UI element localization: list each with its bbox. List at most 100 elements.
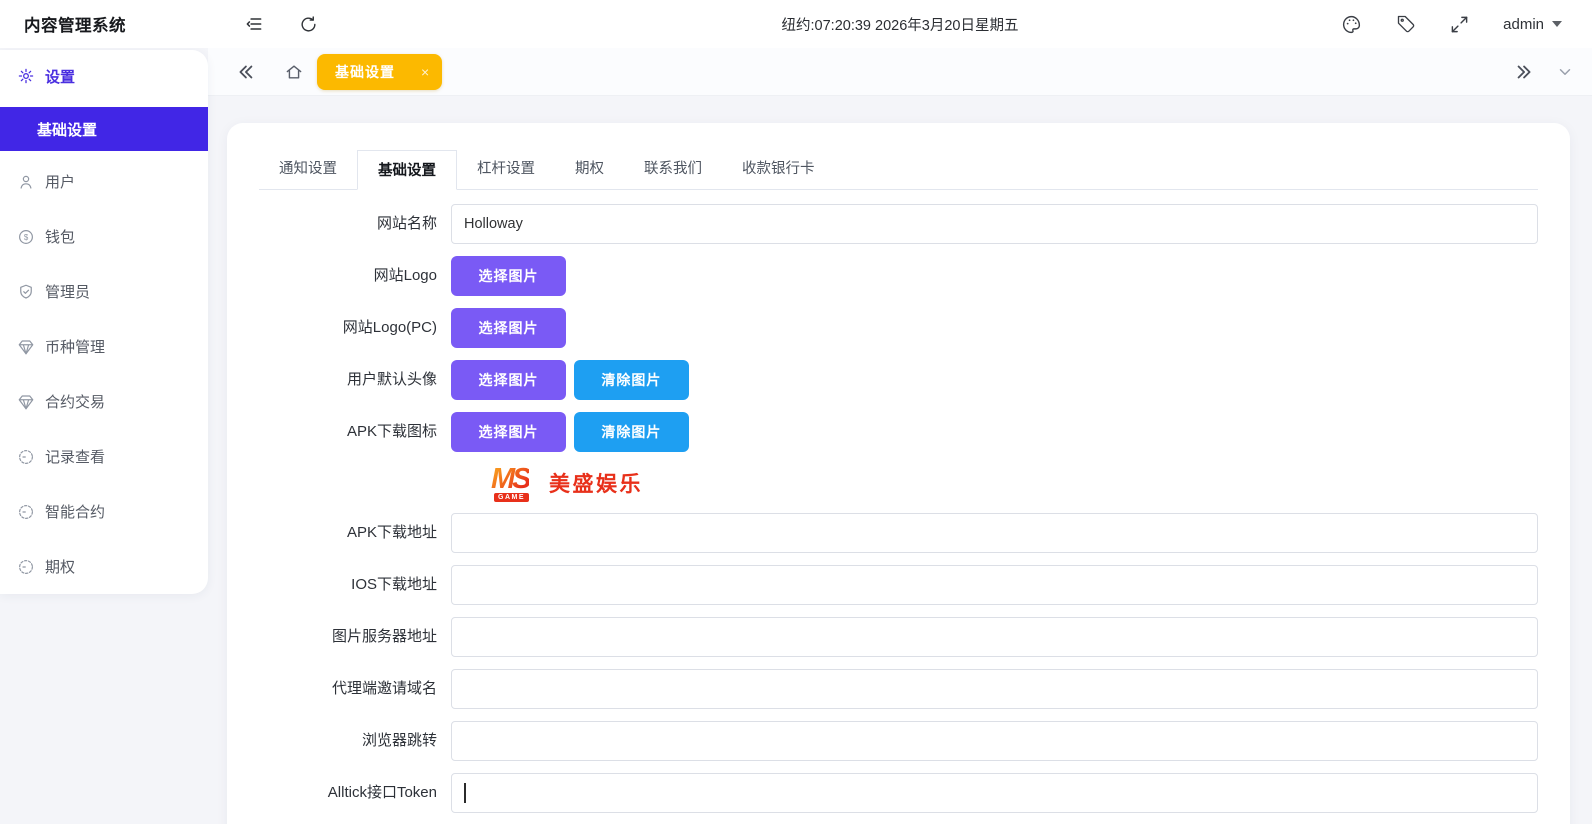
gem-icon (17, 393, 35, 411)
apk-icon-label: APK下载图标 (259, 412, 451, 452)
main-area: 通知设置 基础设置 杠杆设置 期权 联系我们 收款银行卡 网站名称 网站Logo… (208, 96, 1592, 824)
sidebar-item-label: 设置 (45, 66, 75, 87)
site-name-input[interactable] (451, 204, 1538, 244)
sidebar-item-label: 记录查看 (45, 446, 105, 467)
form-row: IOS下载地址 (259, 565, 1538, 605)
svg-text:$: $ (24, 233, 29, 242)
choose-image-button[interactable]: 选择图片 (451, 256, 566, 296)
default-avatar-label: 用户默认头像 (259, 360, 451, 400)
sidebar-item-label: 钱包 (45, 226, 75, 247)
choose-image-button[interactable]: 选择图片 (451, 412, 566, 452)
refresh-icon[interactable] (299, 15, 318, 34)
ios-url-label: IOS下载地址 (259, 565, 451, 605)
tab-options[interactable]: 期权 (555, 149, 624, 189)
sidebar-item-smart-contract[interactable]: 智能合约 (0, 484, 208, 539)
sidebar-item-records[interactable]: 记录查看 (0, 429, 208, 484)
sidebar-item-label: 合约交易 (45, 391, 105, 412)
site-name-label: 网站名称 (259, 204, 451, 244)
username: admin (1503, 16, 1544, 33)
ios-url-input[interactable] (451, 565, 1538, 605)
scroll-tags-right-icon[interactable] (1514, 61, 1536, 83)
tab-contact-us[interactable]: 联系我们 (624, 149, 722, 189)
form-row: APK下载地址 (259, 513, 1538, 553)
alltick-token-label: Alltick接口Token (259, 773, 451, 813)
top-navbar: 内容管理系统 纽约:07:20:39 2026年3月20日星期五 (0, 0, 1592, 48)
brand-name-text: 美盛娱乐 (549, 468, 643, 498)
clear-image-button[interactable]: 清除图片 (574, 360, 689, 400)
form-row: 代理端邀请域名 (259, 669, 1538, 709)
form-row: 图片服务器地址 (259, 617, 1538, 657)
basic-settings-form: 网站名称 网站Logo 选择图片 网站Logo(PC) 选择图片 用户默认头像 (259, 204, 1538, 813)
history-icon (17, 503, 35, 521)
fullscreen-icon[interactable] (1450, 15, 1469, 34)
app-logo-zone: 内容管理系统 (0, 12, 208, 36)
agent-invite-domain-label: 代理端邀请域名 (259, 669, 451, 709)
tab-notify-settings[interactable]: 通知设置 (259, 149, 357, 189)
sidebar-item-label: 币种管理 (45, 336, 105, 357)
shield-check-icon (17, 283, 35, 301)
tag-icon[interactable] (1396, 14, 1416, 34)
gear-icon (17, 67, 35, 85)
image-server-input[interactable] (451, 617, 1538, 657)
agent-invite-domain-input[interactable] (451, 669, 1538, 709)
form-row: 网站名称 (259, 204, 1538, 244)
tags-menu-chevron-down-icon[interactable] (1556, 63, 1574, 81)
history-icon (17, 558, 35, 576)
choose-image-button[interactable]: 选择图片 (451, 360, 566, 400)
sidebar: 设置 基础设置 用户 $ 钱包 管理员 (0, 50, 208, 594)
form-row: 浏览器跳转 (259, 721, 1538, 761)
app-title: 内容管理系统 (24, 17, 126, 35)
user-menu[interactable]: admin (1503, 16, 1562, 33)
home-icon[interactable] (284, 62, 304, 82)
game-logo-box: GAME (494, 493, 529, 502)
tag-label: 基础设置 (335, 62, 395, 82)
form-row: 网站Logo(PC) 选择图片 (259, 308, 1538, 348)
history-icon (17, 448, 35, 466)
gem-icon (17, 338, 35, 356)
clear-image-button[interactable]: 清除图片 (574, 412, 689, 452)
form-row: Alltick接口Token (259, 773, 1538, 813)
settings-tabs: 通知设置 基础设置 杠杆设置 期权 联系我们 收款银行卡 (259, 149, 1538, 190)
sidebar-item-currency[interactable]: 币种管理 (0, 319, 208, 374)
form-row: APK下载图标 选择图片 清除图片 (259, 412, 1538, 452)
browser-redirect-label: 浏览器跳转 (259, 721, 451, 761)
sidebar-item-label: 期权 (45, 556, 75, 577)
sidebar-item-basic-settings[interactable]: 基础设置 (0, 107, 208, 151)
sidebar-item-label: 智能合约 (45, 501, 105, 522)
sidebar-item-settings[interactable]: 设置 (0, 50, 208, 102)
tags-bar: 基础设置 × (208, 48, 1592, 96)
choose-image-button[interactable]: 选择图片 (451, 308, 566, 348)
sidebar-item-label: 用户 (45, 171, 75, 192)
open-tag-basic-settings[interactable]: 基础设置 × (317, 54, 442, 90)
image-server-label: 图片服务器地址 (259, 617, 451, 657)
palette-icon[interactable] (1341, 14, 1362, 35)
ms-logo-letters: MS (491, 463, 529, 495)
tab-bank-cards[interactable]: 收款银行卡 (722, 149, 835, 189)
sidebar-item-label: 管理员 (45, 281, 90, 302)
caret-down-icon (1552, 21, 1562, 27)
sidebar-item-contract-trade[interactable]: 合约交易 (0, 374, 208, 429)
sidebar-item-admins[interactable]: 管理员 (0, 264, 208, 319)
wallet-dollar-icon: $ (17, 228, 35, 246)
scroll-tags-left-icon[interactable] (234, 61, 256, 83)
apk-url-label: APK下载地址 (259, 513, 451, 553)
collapse-menu-icon[interactable] (244, 14, 264, 34)
sidebar-item-users[interactable]: 用户 (0, 154, 208, 209)
apk-icon-preview-image: MS GAME 美盛娱乐 (491, 464, 1538, 502)
site-logo-pc-label: 网站Logo(PC) (259, 308, 451, 348)
apk-url-input[interactable] (451, 513, 1538, 553)
sidebar-item-label: 基础设置 (37, 119, 97, 140)
close-icon[interactable]: × (421, 65, 429, 79)
form-row: MS GAME 美盛娱乐 (259, 464, 1538, 502)
alltick-token-input[interactable] (451, 773, 1538, 813)
user-icon (17, 173, 35, 191)
form-row: 用户默认头像 选择图片 清除图片 (259, 360, 1538, 400)
site-logo-label: 网站Logo (259, 256, 451, 296)
tab-basic-settings[interactable]: 基础设置 (357, 150, 457, 190)
ms-game-logo: MS GAME (491, 464, 537, 502)
sidebar-item-options[interactable]: 期权 (0, 539, 208, 594)
form-row: 网站Logo 选择图片 (259, 256, 1538, 296)
browser-redirect-input[interactable] (451, 721, 1538, 761)
sidebar-item-wallet[interactable]: $ 钱包 (0, 209, 208, 264)
tab-leverage-settings[interactable]: 杠杆设置 (457, 149, 555, 189)
